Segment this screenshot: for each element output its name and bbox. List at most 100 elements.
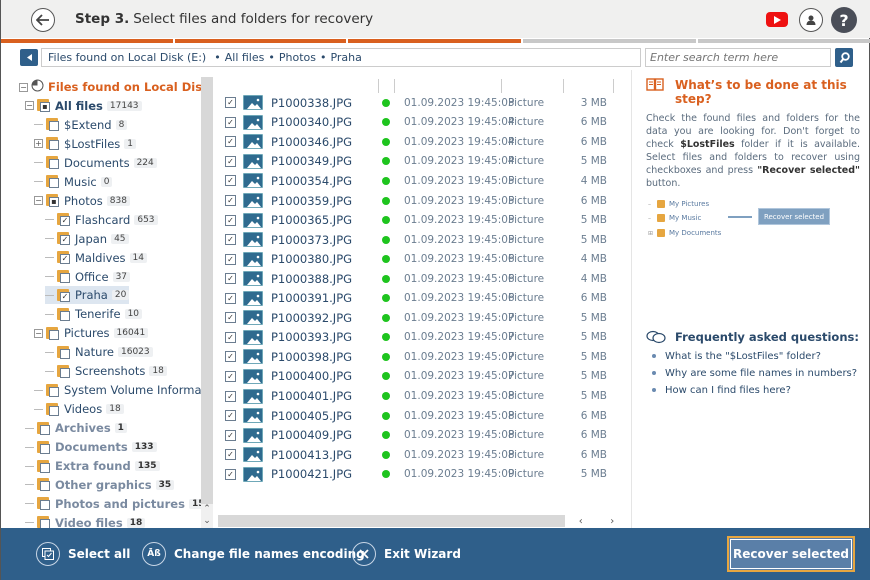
faq-link-text[interactable]: Why are some file names in numbers? xyxy=(665,368,857,379)
tree-node[interactable]: − ▪ All files 17143 xyxy=(25,97,142,115)
tree-node[interactable]: Archives 1 xyxy=(25,419,127,437)
folder-checkbox[interactable]: ▪ xyxy=(46,194,60,208)
breadcrumb-item[interactable]: Praha xyxy=(330,51,361,64)
scroll-down-button[interactable]: ⌄ xyxy=(201,516,213,528)
back-button[interactable] xyxy=(31,8,55,32)
select-all-button[interactable]: Select all xyxy=(36,541,130,567)
faq-link[interactable]: What is the "$LostFiles" folder? xyxy=(652,351,821,362)
tree-node[interactable]: Screenshots 18 xyxy=(45,362,167,380)
breadcrumb-item[interactable]: Files found on Local Disk (E:) xyxy=(48,51,206,64)
column-separator[interactable] xyxy=(394,79,395,93)
file-row[interactable]: ✓ P1000401.JPG 01.09.2023 19:45:08 Picture 5… xyxy=(218,386,628,406)
help-button[interactable]: ? xyxy=(831,7,857,33)
folder-checkbox[interactable] xyxy=(57,345,71,359)
faq-link[interactable]: Why are some file names in numbers? xyxy=(652,368,857,379)
exit-wizard-button[interactable]: Exit Wizard xyxy=(352,541,461,567)
faq-link[interactable]: How can I find files here? xyxy=(652,385,791,396)
youtube-button[interactable] xyxy=(766,12,788,27)
folder-checkbox[interactable]: ✓ xyxy=(57,288,71,302)
faq-link-text[interactable]: What is the "$LostFiles" folder? xyxy=(665,351,821,362)
folder-checkbox[interactable]: ✓ xyxy=(57,213,71,227)
folder-checkbox[interactable] xyxy=(57,270,71,283)
tree-node[interactable]: Documents 224 xyxy=(34,154,157,172)
file-checkbox[interactable]: ✓ xyxy=(225,390,236,402)
scroll-up-button[interactable]: ⌃ xyxy=(201,504,213,516)
file-row[interactable]: ✓ P1000373.JPG 01.09.2023 19:45:05 Picture 5… xyxy=(218,230,628,250)
column-separator[interactable] xyxy=(378,79,379,93)
folder-checkbox[interactable]: ✓ xyxy=(57,232,71,246)
file-checkbox[interactable]: ✓ xyxy=(225,97,236,109)
file-row[interactable]: ✓ P1000340.JPG 01.09.2023 19:45:04 Picture 6… xyxy=(218,113,628,133)
collapse-icon[interactable]: − xyxy=(25,101,34,111)
account-button[interactable] xyxy=(799,8,823,32)
file-checkbox[interactable]: ✓ xyxy=(225,331,236,343)
folder-checkbox[interactable] xyxy=(46,402,60,416)
file-row[interactable]: ✓ P1000380.JPG 01.09.2023 19:45:06 Picture 4… xyxy=(218,249,628,269)
file-checkbox[interactable]: ✓ xyxy=(225,116,236,128)
file-row[interactable]: ✓ P1000398.JPG 01.09.2023 19:45:07 Picture 5… xyxy=(218,347,628,367)
file-row[interactable]: ✓ P1000359.JPG 01.09.2023 19:45:05 Picture 6… xyxy=(218,191,628,211)
folder-checkbox[interactable] xyxy=(37,497,51,511)
file-row[interactable]: ✓ P1000393.JPG 01.09.2023 19:45:07 Picture 5… xyxy=(218,328,628,348)
tree-node[interactable]: + $LostFiles 1 xyxy=(34,135,137,153)
file-row[interactable]: ✓ P1000400.JPG 01.09.2023 19:45:07 Picture 5… xyxy=(218,367,628,387)
file-checkbox[interactable]: ✓ xyxy=(225,214,236,226)
tree-node[interactable]: Tenerife 10 xyxy=(45,305,143,323)
tree-node[interactable]: Video files 18 xyxy=(25,514,146,528)
file-checkbox[interactable]: ✓ xyxy=(225,195,236,206)
search-input[interactable] xyxy=(645,48,831,67)
tree-node[interactable]: Music 0 xyxy=(34,173,113,191)
file-checkbox[interactable]: ✓ xyxy=(225,410,236,422)
horizontal-scrollbar[interactable]: ‹ › xyxy=(218,515,628,527)
folder-checkbox[interactable] xyxy=(46,383,60,397)
tree-node[interactable]: Photos and pictures15010 xyxy=(25,495,201,513)
file-row[interactable]: ✓ P1000354.JPG 01.09.2023 19:45:05 Picture 4… xyxy=(218,171,628,191)
tree-node[interactable]: − Pictures 16041 xyxy=(34,324,149,342)
file-row[interactable]: ✓ P1000365.JPG 01.09.2023 19:45:05 Picture 5… xyxy=(218,210,628,230)
column-separator[interactable] xyxy=(613,79,614,93)
file-row[interactable]: ✓ P1000413.JPG 01.09.2023 19:45:08 Picture 6… xyxy=(218,445,628,465)
expand-icon[interactable]: + xyxy=(34,139,43,149)
folder-checkbox[interactable] xyxy=(46,118,60,132)
file-row[interactable]: ✓ P1000346.JPG 01.09.2023 19:45:04 Picture 6… xyxy=(218,132,628,152)
file-row[interactable]: ✓ P1000349.JPG 01.09.2023 19:45:04 Picture 5… xyxy=(218,152,628,172)
column-separator[interactable] xyxy=(563,79,564,93)
tree-node[interactable]: − ▪ Photos 838 xyxy=(34,192,130,210)
file-checkbox[interactable]: ✓ xyxy=(225,351,236,363)
file-checkbox[interactable]: ✓ xyxy=(225,234,236,246)
tree-node[interactable]: ✓ Flashcard 653 xyxy=(45,211,158,229)
tree-node[interactable]: − Files found on Local Disk (E:) xyxy=(19,78,201,96)
tree-node[interactable]: Videos 18 xyxy=(34,400,124,418)
search-button[interactable] xyxy=(835,48,853,67)
folder-checkbox[interactable] xyxy=(57,364,71,378)
collapse-icon[interactable]: − xyxy=(34,328,43,338)
folder-checkbox[interactable]: ✓ xyxy=(57,251,71,265)
tree-node[interactable]: ✓ Praha 20 xyxy=(45,286,130,305)
tree-node[interactable]: System Volume Information2 xyxy=(34,381,201,399)
folder-checkbox[interactable] xyxy=(37,421,51,435)
folder-checkbox[interactable] xyxy=(46,156,60,170)
folder-checkbox[interactable] xyxy=(37,516,51,528)
file-checkbox[interactable]: ✓ xyxy=(225,370,236,382)
folder-checkbox[interactable] xyxy=(46,137,60,151)
tree-node[interactable]: Other graphics 35 xyxy=(25,476,175,494)
tree-node[interactable]: Office 37 xyxy=(45,268,131,286)
folder-checkbox[interactable] xyxy=(46,175,60,189)
breadcrumb-item[interactable]: All files xyxy=(225,51,265,64)
folder-checkbox[interactable] xyxy=(37,459,51,473)
folder-checkbox[interactable] xyxy=(37,440,51,454)
faq-link-text[interactable]: How can I find files here? xyxy=(665,385,791,396)
file-row[interactable]: ✓ P1000405.JPG 01.09.2023 19:45:08 Picture 6… xyxy=(218,406,628,426)
folder-checkbox[interactable]: ▪ xyxy=(37,99,51,113)
tree-node[interactable]: ✓ Japan 45 xyxy=(45,230,129,248)
breadcrumb-item[interactable]: Photos xyxy=(279,51,316,64)
file-row[interactable]: ✓ P1000421.JPG 01.09.2023 19:45:09 Picture 5… xyxy=(218,464,628,484)
tree-node[interactable]: ✓ Maldives 14 xyxy=(45,249,147,267)
scroll-left-button[interactable]: ‹ xyxy=(579,516,583,527)
folder-checkbox[interactable] xyxy=(57,307,71,321)
folder-checkbox[interactable] xyxy=(46,326,60,340)
file-row[interactable]: ✓ P1000409.JPG 01.09.2023 19:45:08 Picture 6… xyxy=(218,425,628,445)
file-checkbox[interactable]: ✓ xyxy=(225,273,236,285)
change-encoding-button[interactable]: Āß Change file names encoding xyxy=(142,541,365,567)
file-checkbox[interactable]: ✓ xyxy=(225,429,236,441)
